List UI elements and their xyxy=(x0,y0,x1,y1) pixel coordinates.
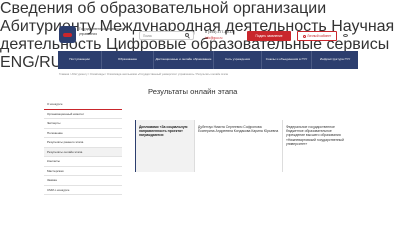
sidebar-item-regulations[interactable]: Положение xyxy=(44,129,122,138)
award-winners: Дубенчук Никита Сергеевич Софронова Екат… xyxy=(194,120,282,172)
sidebar-menu: О конкурсе Организационный комитет Экспе… xyxy=(44,100,122,195)
sidebar-item-early-results[interactable]: Результаты раннего этапа xyxy=(44,138,122,148)
user-icon xyxy=(302,34,306,38)
results-panel: Дипломами «За социальную направленность … xyxy=(135,120,347,172)
logo-text: Государственный университет управления xyxy=(79,27,126,36)
nav-item-education[interactable]: Образование xyxy=(102,51,154,69)
email-link[interactable]: info@guu.ru xyxy=(205,36,222,40)
sidebar-item-media[interactable]: СМИ о конкурсе xyxy=(44,186,122,195)
accessibility-eye-icon[interactable] xyxy=(343,34,348,37)
nav-item-distance-education[interactable]: Дистанционные и онлайн образование xyxy=(154,51,214,69)
sidebar-item-online-results[interactable]: Результаты онлайн этапа xyxy=(44,147,122,157)
university-logo[interactable] xyxy=(59,26,76,43)
sidebar-item-committee[interactable]: Организационный комитет xyxy=(44,110,122,119)
nav-item-network[interactable]: Сеть учреждения xyxy=(214,51,262,69)
apply-button-label: Подать заявление xyxy=(255,34,283,38)
apply-button[interactable]: Подать заявление xyxy=(247,31,291,41)
sidebar-item-experts[interactable]: Эксперты xyxy=(44,119,122,129)
nav-item-infrastructure[interactable]: Инфраструктура ГУУ xyxy=(312,51,358,69)
winner-organization: Федеральное государственное бюджетное об… xyxy=(282,120,348,172)
main-nav: Поступающим Образование Дистанционные и … xyxy=(58,51,358,69)
breadcrumb[interactable]: Главная / Абитуриенту / Олимпиады / Олим… xyxy=(59,73,359,76)
nav-item-unions[interactable]: Союзы и объединения в ГУУ xyxy=(262,51,312,69)
sidebar-item-application[interactable]: Заявка xyxy=(44,176,122,186)
sidebar-item-workshop[interactable]: Мастерская xyxy=(44,167,122,176)
nav-item-applicants[interactable]: Поступающим xyxy=(58,51,102,69)
language-switch[interactable]: ENG/RU xyxy=(0,54,62,71)
sidebar-item-about[interactable]: О конкурсе xyxy=(44,100,122,110)
sidebar-item-contacts[interactable]: Контакты xyxy=(44,157,122,167)
award-category: Дипломами «За социальную направленность … xyxy=(136,120,194,172)
personal-cabinet-label: Личный кабинет xyxy=(307,34,332,38)
personal-cabinet-button[interactable]: Личный кабинет xyxy=(297,31,337,41)
phone-number[interactable]: 8 (495) 377-89-14 xyxy=(205,30,234,34)
topbar-link-info[interactable]: Сведения об образовательной организации xyxy=(0,0,326,17)
page-title: Результаты онлайн этапа xyxy=(148,87,238,96)
search-icon[interactable] xyxy=(185,33,189,37)
